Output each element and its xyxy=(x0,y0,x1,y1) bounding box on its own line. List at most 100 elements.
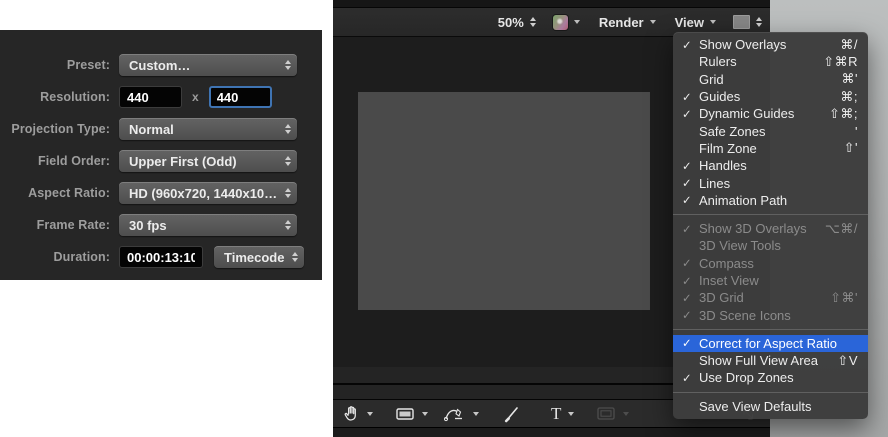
resolution-label: Resolution: xyxy=(0,90,119,104)
bezier-tool-button[interactable] xyxy=(444,405,479,423)
canvas-stage[interactable] xyxy=(358,92,650,310)
menu-item-shortcut: ' xyxy=(855,124,858,139)
view-menu-button[interactable]: View xyxy=(675,15,716,30)
menu-item-guides[interactable]: ✓Guides⌘; xyxy=(673,88,868,105)
color-swatch-icon xyxy=(553,15,568,30)
hand-tool-button[interactable] xyxy=(343,405,373,422)
menu-separator xyxy=(673,214,868,215)
layout-square-icon xyxy=(733,15,750,29)
duration-unit-value: Timecode xyxy=(224,250,286,265)
menu-item-use-drop-zones[interactable]: ✓Use Drop Zones xyxy=(673,369,868,386)
menu-item-correct-for-aspect-ratio[interactable]: ✓Correct for Aspect Ratio xyxy=(673,335,868,352)
chevron-down-icon xyxy=(623,412,629,416)
menu-item-label: Use Drop Zones xyxy=(699,370,850,385)
checkmark-icon: ✓ xyxy=(680,256,699,270)
menu-item-rulers[interactable]: Rulers ⇧⌘R xyxy=(673,53,868,70)
menu-item-shortcut: ⇧V xyxy=(837,353,858,369)
resolution-height-field[interactable] xyxy=(209,86,272,108)
hand-tool-icon xyxy=(343,405,360,422)
chevron-down-icon xyxy=(473,412,479,416)
stepper-icon xyxy=(285,220,291,231)
menu-item-shortcut: ⌥⌘/ xyxy=(825,221,858,237)
stepper-icon xyxy=(756,17,762,28)
paintbrush-tool-icon xyxy=(503,405,521,423)
checkmark-icon: ✓ xyxy=(680,193,699,207)
menu-item-label: Inset View xyxy=(699,273,850,288)
menu-item-grid[interactable]: Grid⌘' xyxy=(673,71,868,88)
menu-item-film-zone[interactable]: Film Zone⇧' xyxy=(673,140,868,157)
menu-item-label: Lines xyxy=(699,176,850,191)
menu-item-label: Safe Zones xyxy=(699,124,847,139)
dropzone-tool-button xyxy=(596,406,629,421)
window-bottom-strip xyxy=(333,428,770,437)
preset-dropdown[interactable]: Custom… xyxy=(119,54,297,76)
checkmark-icon: ✓ xyxy=(680,38,699,52)
frame-rate-row: Frame Rate: 30 fps xyxy=(0,214,322,236)
chevron-down-icon xyxy=(568,412,574,416)
menu-item-show-overlays[interactable]: ✓Show Overlays⌘/ xyxy=(673,36,868,53)
project-properties-panel: Preset: Custom… Resolution: x Projection… xyxy=(0,30,322,280)
menu-item-shortcut: ⇧⌘' xyxy=(830,290,858,306)
menu-item-dynamic-guides[interactable]: ✓Dynamic Guides⇧⌘; xyxy=(673,105,868,122)
menu-item-shortcut: ⌘' xyxy=(842,71,858,87)
frame-rate-label: Frame Rate: xyxy=(0,218,119,232)
window-top-strip xyxy=(333,0,770,8)
menu-item-3d-view-tools: 3D View Tools xyxy=(673,237,868,254)
rect-tool-button[interactable] xyxy=(395,406,428,422)
text-tool-icon: T xyxy=(551,405,561,422)
chevron-down-icon xyxy=(710,20,716,24)
checkmark-icon: ✓ xyxy=(680,176,699,190)
checkmark-icon: ✓ xyxy=(680,107,699,121)
projection-type-dropdown[interactable]: Normal xyxy=(119,118,297,140)
aspect-ratio-dropdown[interactable]: HD (960x720, 1440x10… xyxy=(119,182,297,204)
duration-row: Duration: Timecode xyxy=(0,246,322,268)
checkmark-icon: ✓ xyxy=(680,159,699,173)
bezier-tool-icon xyxy=(444,405,466,423)
menu-item-label: Handles xyxy=(699,158,850,173)
aspect-ratio-value: HD (960x720, 1440x10… xyxy=(129,186,279,201)
menu-item-inset-view: ✓Inset View xyxy=(673,272,868,289)
menu-item-show-full-view-area[interactable]: Show Full View Area⇧V xyxy=(673,352,868,369)
menu-item-save-view-defaults[interactable]: Save View Defaults xyxy=(673,398,868,415)
menu-item-label: Show Overlays xyxy=(699,37,832,52)
menu-item-animation-path[interactable]: ✓Animation Path xyxy=(673,192,868,209)
channels-control[interactable] xyxy=(553,15,580,30)
resolution-width-field[interactable] xyxy=(119,86,182,108)
paintbrush-tool-button[interactable] xyxy=(503,405,521,423)
menu-item-shortcut: ⇧⌘R xyxy=(823,54,858,70)
preset-label: Preset: xyxy=(0,58,119,72)
menu-item-label: Guides xyxy=(699,89,832,104)
chevron-down-icon xyxy=(422,412,428,416)
field-order-row: Field Order: Upper First (Odd) xyxy=(0,150,322,172)
menu-item-label: Dynamic Guides xyxy=(699,106,821,121)
field-order-label: Field Order: xyxy=(0,154,119,168)
projection-type-label: Projection Type: xyxy=(0,122,119,136)
render-menu-button[interactable]: Render xyxy=(599,15,656,30)
field-order-dropdown[interactable]: Upper First (Odd) xyxy=(119,150,297,172)
menu-item-label: Rulers xyxy=(699,54,815,69)
resolution-x-separator: x xyxy=(192,90,199,104)
menu-item-safe-zones[interactable]: Safe Zones ' xyxy=(673,122,868,139)
stepper-icon xyxy=(530,17,536,28)
view-layout-control[interactable] xyxy=(733,15,762,29)
checkmark-icon: ✓ xyxy=(680,336,699,350)
menu-item-label: 3D Grid xyxy=(699,290,822,305)
menu-item-label: Compass xyxy=(699,256,850,271)
duration-unit-dropdown[interactable]: Timecode xyxy=(214,246,304,268)
duration-field[interactable] xyxy=(119,246,203,268)
menu-item-label: Save View Defaults xyxy=(699,399,850,414)
menu-item-lines[interactable]: ✓Lines xyxy=(673,174,868,191)
zoom-level-control[interactable]: 50% xyxy=(498,15,536,30)
duration-label: Duration: xyxy=(0,250,119,264)
chevron-down-icon xyxy=(650,20,656,24)
view-menu-popup: ✓Show Overlays⌘/Rulers ⇧⌘RGrid⌘'✓Guides⌘;… xyxy=(673,32,868,419)
stepper-icon xyxy=(292,252,298,263)
menu-item-label: Correct for Aspect Ratio xyxy=(699,336,850,351)
render-menu-label: Render xyxy=(599,15,644,30)
frame-rate-dropdown[interactable]: 30 fps xyxy=(119,214,297,236)
text-tool-button[interactable]: T xyxy=(551,405,574,422)
menu-separator xyxy=(673,329,868,330)
menu-item-label: Show 3D Overlays xyxy=(699,221,817,236)
menu-item-handles[interactable]: ✓Handles xyxy=(673,157,868,174)
stepper-icon xyxy=(285,124,291,135)
